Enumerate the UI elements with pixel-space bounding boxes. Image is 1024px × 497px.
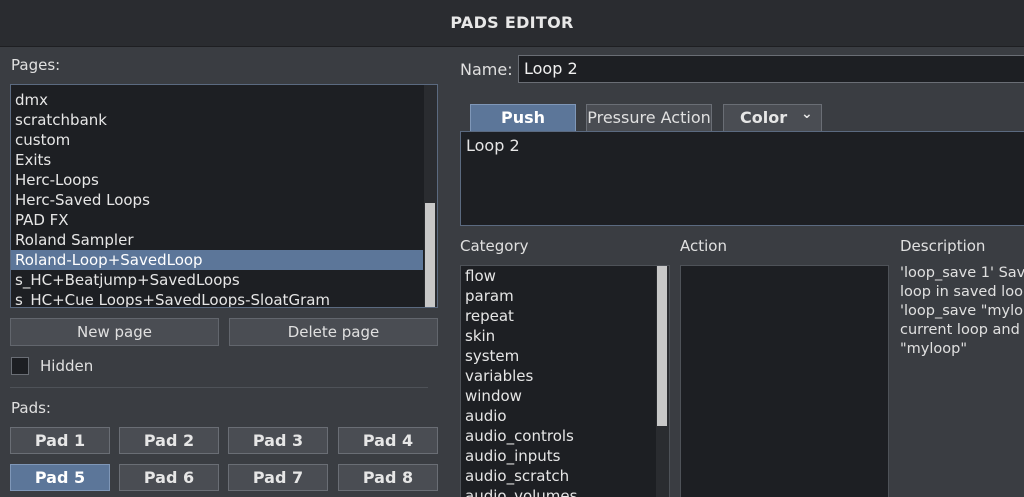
category-item[interactable]: audio_inputs — [461, 446, 655, 466]
action-text: Loop 2 — [466, 136, 520, 155]
description-line: loop in saved loo — [900, 284, 1023, 300]
pad-button[interactable]: Pad 2 — [119, 427, 219, 454]
name-input[interactable]: Loop 2 — [518, 55, 1024, 83]
category-list[interactable]: flow param repeat skin system variables window… — [460, 265, 670, 497]
description-line: 'loop_save "mylo — [900, 303, 1024, 319]
category-item[interactable]: variables — [461, 366, 655, 386]
category-scrollbar[interactable] — [656, 266, 669, 497]
pad-button[interactable]: Pad 3 — [228, 427, 328, 454]
pad-button[interactable]: Pad 7 — [228, 464, 328, 491]
tab-push-action[interactable]: Push Action — [470, 104, 576, 153]
pad-button[interactable]: Pad 4 — [338, 427, 438, 454]
description-text: 'loop_save 1' Sav loop in saved loo 'loop_… — [900, 264, 1024, 374]
category-item[interactable]: flow — [461, 266, 655, 286]
chevron-down-icon: ⌄ — [801, 106, 813, 122]
action-header: Action — [680, 237, 727, 255]
category-item[interactable]: audio_controls — [461, 426, 655, 446]
category-item[interactable]: repeat — [461, 306, 655, 326]
description-header: Description — [900, 237, 986, 255]
category-item[interactable]: skin — [461, 326, 655, 346]
pads-grid: Pad 1 Pad 2 Pad 3 Pad 4 Pad 5 Pad 6 Pad 7 Pad 8 — [0, 0, 450, 497]
name-label: Name: — [460, 60, 513, 79]
pad-button[interactable]: Pad 5 — [10, 464, 110, 491]
category-item[interactable]: audio — [461, 406, 655, 426]
color-dropdown-label: Color — [740, 108, 788, 127]
category-item[interactable]: param — [461, 286, 655, 306]
category-scroll-thumb[interactable] — [657, 266, 667, 426]
description-line: "myloop" — [900, 341, 968, 357]
color-dropdown[interactable]: Color ⌄ — [723, 104, 822, 132]
pad-button[interactable]: Pad 8 — [338, 464, 438, 491]
description-line: current loop and — [900, 322, 1020, 338]
pad-button[interactable]: Pad 1 — [10, 427, 110, 454]
action-editor[interactable]: Loop 2 — [460, 131, 1024, 226]
category-header: Category — [460, 237, 529, 255]
tab-pressure-action[interactable]: Pressure Action — [586, 104, 712, 132]
category-item[interactable]: window — [461, 386, 655, 406]
action-list[interactable] — [680, 265, 889, 497]
description-line: 'loop_save 1' Sav — [900, 265, 1024, 281]
category-item[interactable]: system — [461, 346, 655, 366]
category-item[interactable]: audio_scratch — [461, 466, 655, 486]
pad-button[interactable]: Pad 6 — [119, 464, 219, 491]
category-item[interactable]: audio_volumes — [461, 486, 655, 497]
category-items: flow param repeat skin system variables window… — [461, 266, 655, 497]
